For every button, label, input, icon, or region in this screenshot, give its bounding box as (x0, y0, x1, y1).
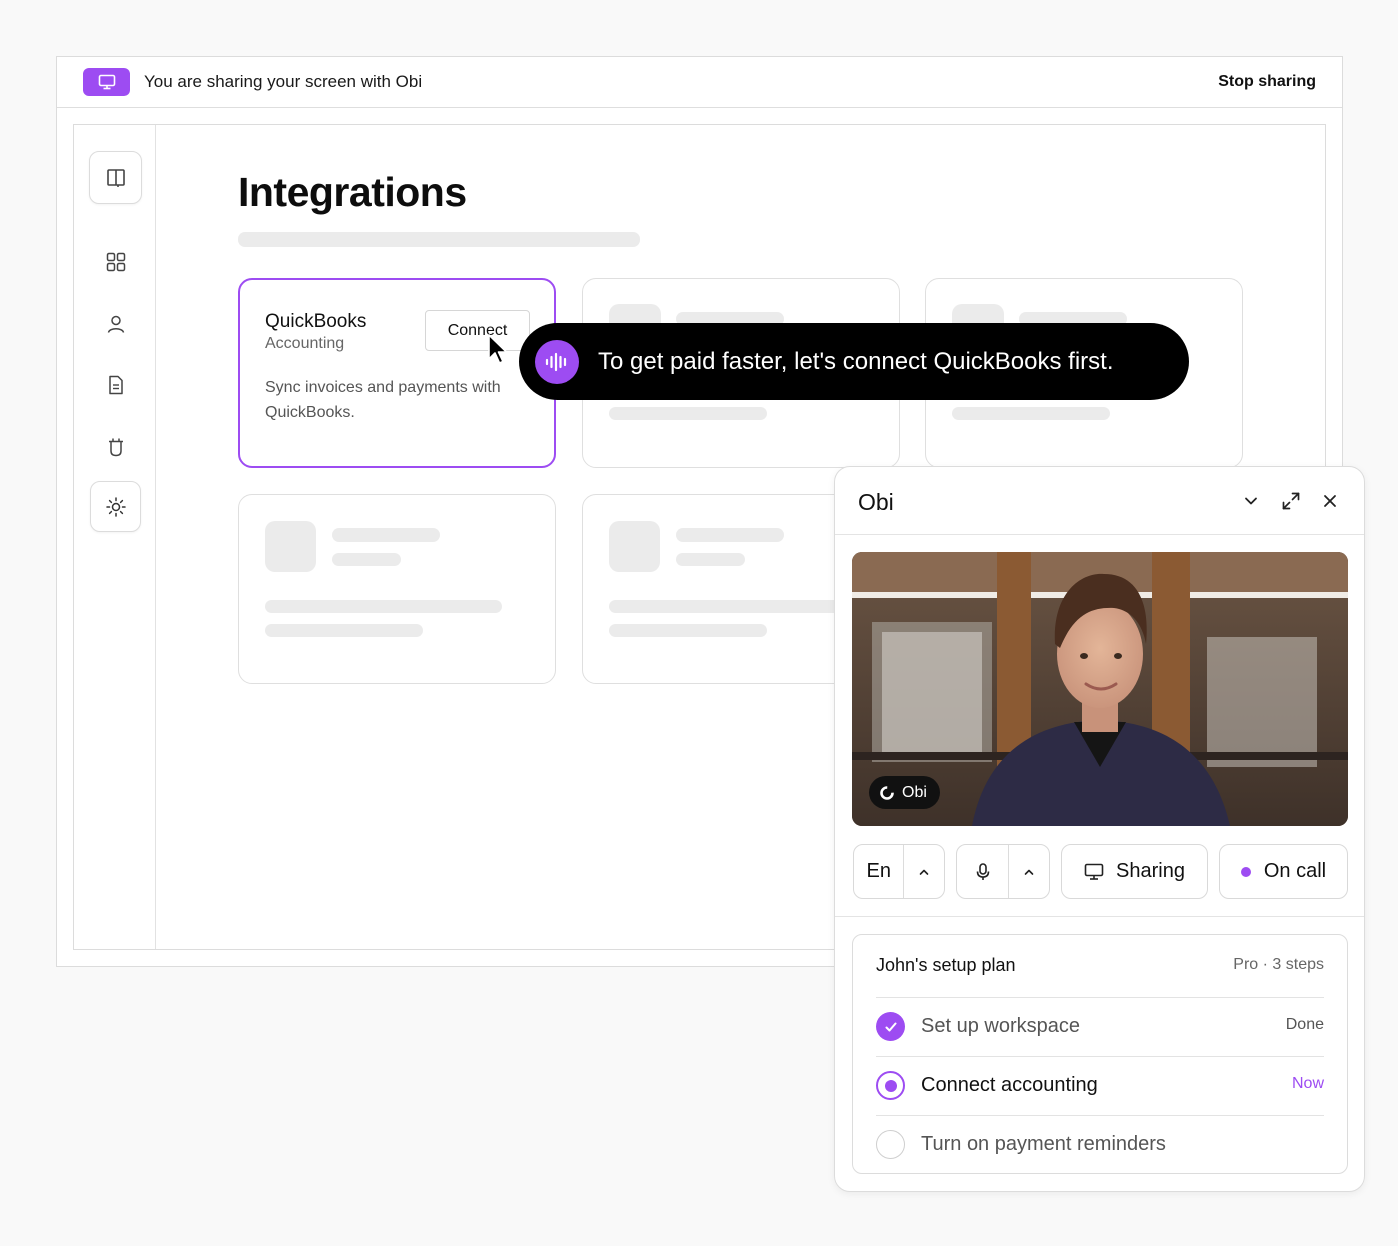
radio-empty-icon (876, 1130, 905, 1159)
step-status: Now (1291, 1074, 1324, 1092)
logo-placeholder (265, 521, 316, 572)
microphone-icon (976, 862, 990, 880)
text-placeholder (676, 528, 784, 542)
mouse-pointer-icon (488, 334, 508, 364)
text-placeholder (676, 553, 745, 566)
on-call-label: On call (1263, 860, 1327, 882)
document-icon (108, 375, 123, 394)
sidebar-item-trash[interactable] (89, 420, 142, 473)
monitor-icon (83, 68, 130, 96)
chevron-down-icon[interactable] (1239, 489, 1263, 513)
text-placeholder (332, 528, 440, 542)
plan-step[interactable]: Turn on payment reminders (876, 1115, 1324, 1173)
sidebar-item-documents[interactable] (89, 358, 142, 411)
integration-category: Accounting (265, 335, 345, 352)
microphone-button[interactable] (957, 845, 1008, 898)
sharing-button[interactable]: Sharing (1061, 844, 1208, 899)
expand-icon[interactable] (1279, 489, 1303, 513)
text-placeholder (609, 407, 767, 420)
step-label: Connect accounting (921, 1074, 1098, 1096)
subtitle-placeholder (238, 232, 640, 247)
monitor-icon (1084, 863, 1104, 880)
share-status-text: You are sharing your screen with Obi (144, 72, 423, 91)
sidebar-item-book[interactable] (89, 151, 142, 204)
voice-wave-icon (535, 339, 579, 384)
plan-title: John's setup plan (876, 955, 1016, 975)
screen-share-banner: You are sharing your screen with Obi Sto… (57, 57, 1342, 108)
text-placeholder (609, 600, 846, 613)
sidebar-item-users[interactable] (89, 297, 142, 350)
video-feed: Obi (852, 552, 1348, 826)
integration-name: QuickBooks (265, 311, 367, 332)
sharing-label: Sharing (1116, 860, 1185, 882)
sidebar-item-settings[interactable] (90, 481, 141, 532)
plan-step[interactable]: Connect accounting Now (876, 1056, 1324, 1114)
text-placeholder (609, 624, 767, 637)
user-icon (107, 315, 124, 333)
sidebar-item-dashboard[interactable] (89, 235, 142, 288)
text-placeholder (952, 407, 1110, 420)
panel-header: Obi (835, 467, 1364, 535)
settings-gear-icon (105, 496, 126, 517)
sidebar-rail (74, 125, 156, 949)
tooltip-text: To get paid faster, let's connect QuickB… (598, 347, 1114, 375)
plan-meta: Pro · 3 steps (1233, 956, 1324, 973)
divider (835, 916, 1364, 917)
stop-sharing-button[interactable]: Stop sharing (1218, 73, 1316, 91)
obi-assistant-panel: Obi Obi En Sharing On call John's setup … (834, 466, 1365, 1192)
panel-title: Obi (858, 489, 894, 515)
step-label: Turn on payment reminders (921, 1133, 1166, 1155)
text-placeholder (265, 624, 423, 637)
trash-icon (108, 438, 123, 456)
setup-plan-card: John's setup plan Pro · 3 steps Set up w… (852, 934, 1348, 1174)
connect-button[interactable]: Connect (425, 310, 530, 351)
microphone-control (956, 844, 1050, 899)
video-badge-label: Obi (902, 783, 927, 801)
microphone-options-button[interactable] (1009, 845, 1049, 898)
grid-icon (106, 252, 125, 271)
quickbooks-card[interactable]: QuickBooks Accounting Connect Sync invoi… (238, 278, 556, 468)
close-icon[interactable] (1318, 489, 1342, 513)
language-options-button[interactable] (904, 845, 944, 898)
step-label: Set up workspace (921, 1015, 1080, 1037)
status-dot-icon (1240, 866, 1251, 877)
chevron-up-icon (1024, 869, 1034, 875)
language-label: En (866, 860, 891, 882)
on-call-button[interactable]: On call (1219, 844, 1348, 899)
voice-caption-tooltip: To get paid faster, let's connect QuickB… (519, 323, 1189, 400)
book-open-icon (106, 168, 125, 187)
page-title: Integrations (238, 169, 467, 215)
language-control: En (853, 844, 945, 899)
text-placeholder (332, 553, 401, 566)
obi-logo-icon (880, 785, 894, 800)
step-status: Done (1285, 1015, 1324, 1033)
language-button[interactable]: En (854, 845, 903, 898)
plan-step[interactable]: Set up workspace Done (876, 997, 1324, 1055)
integration-description: Sync invoices and payments with QuickBoo… (265, 379, 501, 421)
check-circle-icon (876, 1012, 905, 1041)
text-placeholder (265, 600, 502, 613)
integration-card-placeholder (238, 494, 556, 684)
chevron-up-icon (919, 869, 929, 875)
logo-placeholder (609, 521, 660, 572)
radio-active-icon (876, 1071, 905, 1100)
video-name-badge: Obi (869, 776, 940, 809)
